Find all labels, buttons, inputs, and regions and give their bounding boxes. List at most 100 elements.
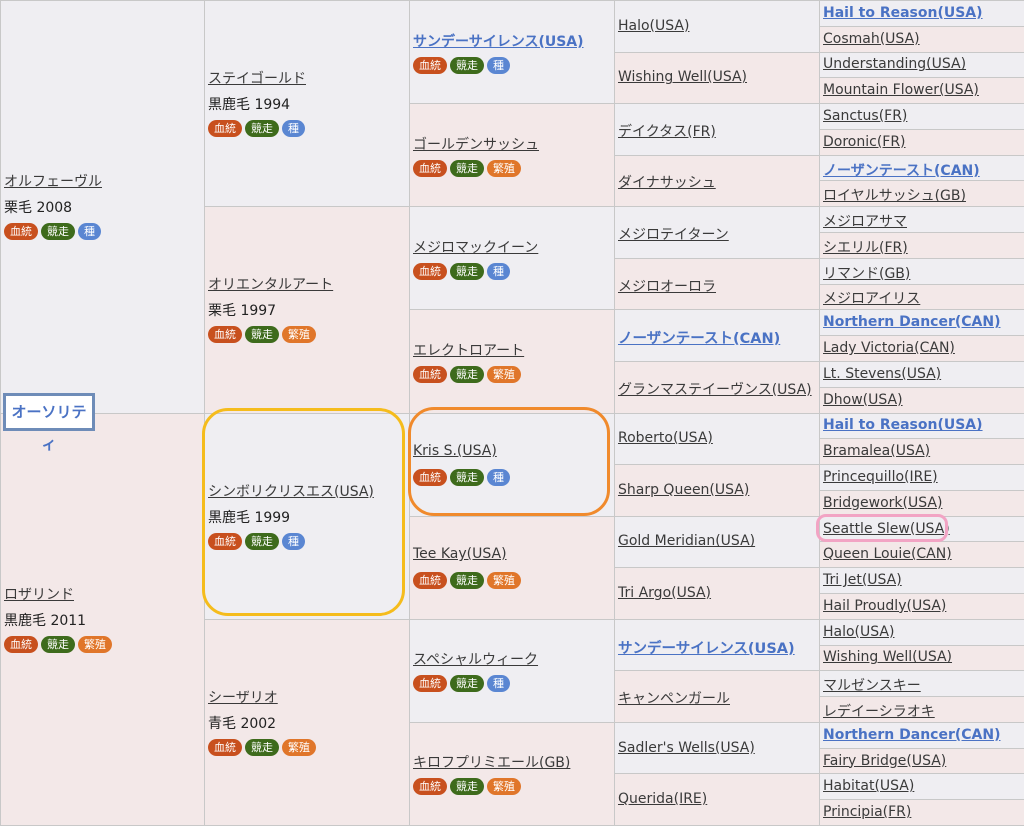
tag-kyoso-button[interactable]: 競走: [450, 57, 484, 74]
horse-name-link[interactable]: Bridgework(USA): [823, 495, 942, 511]
tag-shu-button[interactable]: 種: [282, 533, 305, 550]
horse-name-link[interactable]: ロザリンド: [4, 584, 74, 604]
horse-name-link[interactable]: Seattle Slew(USA): [823, 521, 950, 537]
tag-ketto-button[interactable]: 血統: [208, 326, 242, 343]
tag-kyoso-button[interactable]: 競走: [450, 160, 484, 177]
horse-name-link[interactable]: ノーザンテースト(CAN): [823, 160, 980, 180]
horse-name-link[interactable]: オリエンタルアート: [208, 274, 333, 294]
tag-kyoso-button[interactable]: 競走: [245, 739, 279, 756]
tag-kyoso-button[interactable]: 競走: [41, 223, 75, 240]
horse-name-link[interactable]: Sharp Queen(USA): [618, 482, 749, 498]
horse-name-link[interactable]: Gold Meridian(USA): [618, 533, 755, 549]
horse-name-link[interactable]: メジロオーロラ: [618, 276, 716, 296]
tag-kyoso-button[interactable]: 競走: [245, 326, 279, 343]
horse-name-link[interactable]: ステイゴールド: [208, 68, 306, 88]
tag-ketto-button[interactable]: 血統: [413, 675, 447, 692]
tag-kyoso-button[interactable]: 競走: [450, 263, 484, 280]
tag-ketto-button[interactable]: 血統: [4, 636, 38, 653]
tag-hanshoku-button[interactable]: 繁殖: [487, 778, 521, 795]
horse-name-link[interactable]: Habitat(USA): [823, 778, 914, 794]
tag-hanshoku-button[interactable]: 繁殖: [487, 366, 521, 383]
tag-shu-button[interactable]: 種: [282, 120, 305, 137]
horse-name-link[interactable]: Sadler's Wells(USA): [618, 740, 755, 756]
horse-name-link[interactable]: Sanctus(FR): [823, 108, 907, 124]
tag-shu-button[interactable]: 種: [487, 263, 510, 280]
horse-name-link[interactable]: メジロアイリス: [823, 288, 920, 308]
horse-name-link[interactable]: Hail to Reason(USA): [823, 5, 983, 21]
horse-name-link[interactable]: Principia(FR): [823, 804, 911, 820]
horse-name-link[interactable]: グランマステイーヴンス(USA): [618, 379, 812, 399]
horse-name-link[interactable]: Mountain Flower(USA): [823, 82, 979, 98]
horse-name-link[interactable]: Fairy Bridge(USA): [823, 753, 946, 769]
horse-name-link[interactable]: Wishing Well(USA): [618, 69, 747, 85]
tag-ketto-button[interactable]: 血統: [413, 366, 447, 383]
horse-name-link[interactable]: Dhow(USA): [823, 392, 903, 408]
horse-name-link[interactable]: Hail to Reason(USA): [823, 417, 983, 433]
horse-name-link[interactable]: ゴールデンサッシュ: [413, 134, 539, 154]
tag-ketto-button[interactable]: 血統: [413, 57, 447, 74]
horse-name-link[interactable]: サンデーサイレンス(USA): [413, 31, 584, 51]
tag-hanshoku-button[interactable]: 繁殖: [78, 636, 112, 653]
tag-shu-button[interactable]: 種: [487, 469, 510, 486]
tag-shu-button[interactable]: 種: [487, 675, 510, 692]
horse-name-link[interactable]: シンボリクリスエス(USA): [208, 481, 374, 501]
horse-name-link[interactable]: Princequillo(IRE): [823, 469, 938, 485]
tag-kyoso-button[interactable]: 競走: [245, 120, 279, 137]
horse-name-link[interactable]: マルゼンスキー: [823, 675, 921, 695]
horse-name-link[interactable]: リマンド(GB): [823, 263, 910, 283]
horse-name-link[interactable]: Hail Proudly(USA): [823, 598, 946, 614]
tag-ketto-button[interactable]: 血統: [4, 223, 38, 240]
horse-name-link[interactable]: ノーザンテースト(CAN): [618, 327, 780, 348]
tag-hanshoku-button[interactable]: 繁殖: [282, 326, 316, 343]
horse-name-link[interactable]: キャンペンガール: [618, 688, 730, 708]
tag-hanshoku-button[interactable]: 繁殖: [487, 160, 521, 177]
horse-name-link[interactable]: ロイヤルサッシュ(GB): [823, 185, 966, 205]
tag-hanshoku-button[interactable]: 繁殖: [282, 739, 316, 756]
horse-name-link[interactable]: メジロテイターン: [618, 224, 729, 244]
horse-name-link[interactable]: Doronic(FR): [823, 134, 906, 150]
horse-name-link[interactable]: エレクトロアート: [413, 340, 524, 360]
tag-kyoso-button[interactable]: 競走: [245, 533, 279, 550]
tag-ketto-button[interactable]: 血統: [413, 160, 447, 177]
tag-ketto-button[interactable]: 血統: [208, 739, 242, 756]
horse-name-link[interactable]: キロフプリミエール(GB): [413, 752, 570, 772]
horse-name-link[interactable]: Halo(USA): [823, 624, 894, 640]
tag-hanshoku-button[interactable]: 繁殖: [487, 572, 521, 589]
horse-name-link[interactable]: Understanding(USA): [823, 56, 966, 72]
horse-name-link[interactable]: Tee Kay(USA): [413, 546, 507, 562]
tag-kyoso-button[interactable]: 競走: [450, 366, 484, 383]
horse-name-link[interactable]: シエリル(FR): [823, 237, 908, 257]
horse-name-link[interactable]: サンデーサイレンス(USA): [618, 637, 795, 658]
horse-name-link[interactable]: Lady Victoria(CAN): [823, 340, 955, 356]
tag-kyoso-button[interactable]: 競走: [450, 675, 484, 692]
horse-name-link[interactable]: メジロアサマ: [823, 211, 907, 231]
tag-shu-button[interactable]: 種: [78, 223, 101, 240]
tag-kyoso-button[interactable]: 競走: [41, 636, 75, 653]
horse-name-link[interactable]: ダイナサッシュ: [618, 172, 716, 192]
horse-name-link[interactable]: レデイーシラオキ: [823, 701, 935, 721]
tag-ketto-button[interactable]: 血統: [413, 778, 447, 795]
horse-name-link[interactable]: Bramalea(USA): [823, 443, 930, 459]
horse-name-link[interactable]: Cosmah(USA): [823, 31, 920, 47]
horse-name-link[interactable]: Queen Louie(CAN): [823, 546, 952, 562]
horse-name-link[interactable]: スペシャルウィーク: [413, 649, 538, 669]
horse-name-link[interactable]: Querida(IRE): [618, 791, 707, 807]
tag-kyoso-button[interactable]: 競走: [450, 469, 484, 486]
tag-kyoso-button[interactable]: 競走: [450, 572, 484, 589]
horse-name-link[interactable]: Wishing Well(USA): [823, 649, 952, 665]
horse-name-link[interactable]: Northern Dancer(CAN): [823, 314, 1001, 330]
tag-shu-button[interactable]: 種: [487, 57, 510, 74]
tag-ketto-button[interactable]: 血統: [208, 120, 242, 137]
tag-ketto-button[interactable]: 血統: [413, 263, 447, 280]
horse-name-link[interactable]: オルフェーヴル: [4, 171, 102, 191]
horse-name-link[interactable]: Roberto(USA): [618, 430, 713, 446]
horse-name-link[interactable]: Kris S.(USA): [413, 443, 497, 459]
horse-name-link[interactable]: Northern Dancer(CAN): [823, 727, 1001, 743]
horse-name-link[interactable]: Lt. Stevens(USA): [823, 366, 941, 382]
horse-name-link[interactable]: Halo(USA): [618, 18, 689, 34]
tag-ketto-button[interactable]: 血統: [413, 469, 447, 486]
horse-name-link[interactable]: シーザリオ: [208, 687, 278, 707]
horse-name-link[interactable]: デイクタス(FR): [618, 121, 716, 141]
horse-name-link[interactable]: Tri Jet(USA): [823, 572, 902, 588]
tag-ketto-button[interactable]: 血統: [413, 572, 447, 589]
